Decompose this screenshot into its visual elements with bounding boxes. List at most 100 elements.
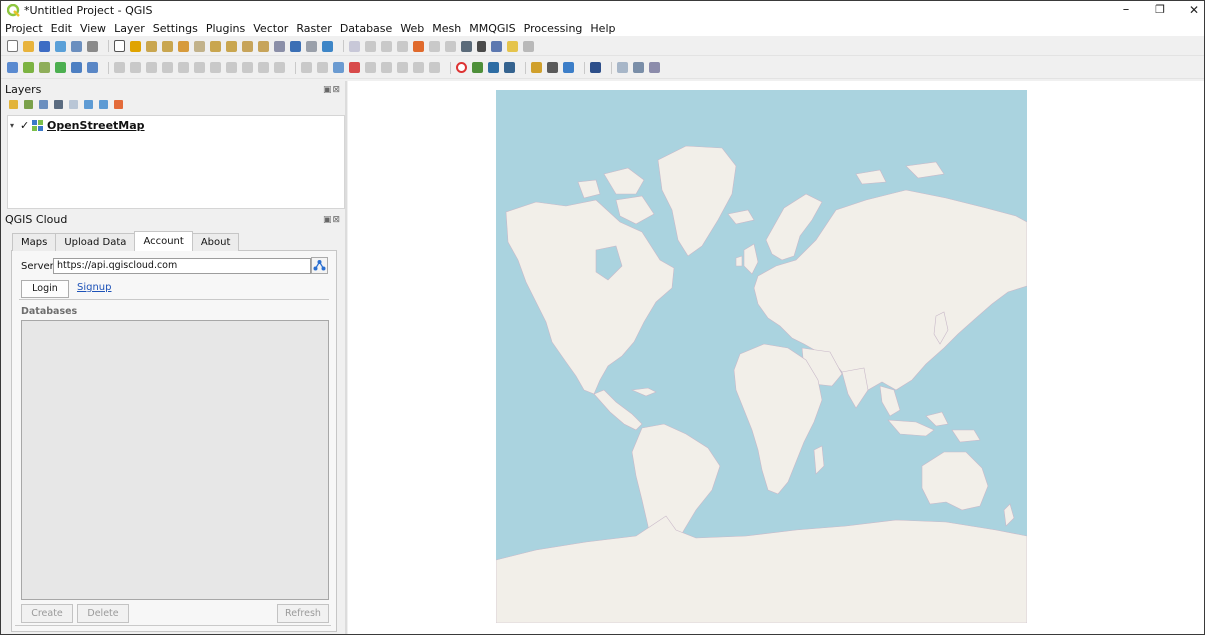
attribute-table-icon[interactable] bbox=[413, 40, 424, 52]
save-project-icon[interactable] bbox=[39, 40, 50, 52]
server-connect-button[interactable] bbox=[311, 257, 328, 274]
toggle-editing-icon[interactable] bbox=[114, 62, 125, 73]
layers-panel-controls[interactable]: ▣⊠ bbox=[323, 85, 341, 95]
zoom-native-icon[interactable] bbox=[226, 40, 237, 52]
zoom-out-icon[interactable] bbox=[162, 40, 173, 52]
signup-link[interactable]: Signup bbox=[77, 282, 112, 293]
zoom-in-icon[interactable] bbox=[146, 40, 157, 52]
vertex-tool-icon[interactable] bbox=[178, 62, 189, 73]
edit-pencil-icon[interactable] bbox=[130, 62, 141, 73]
open-style-icon[interactable] bbox=[9, 99, 18, 109]
new-project-icon[interactable] bbox=[7, 40, 18, 52]
databases-list[interactable] bbox=[21, 320, 329, 600]
menu-edit[interactable]: Edit bbox=[51, 22, 72, 35]
mmqgis-icon[interactable] bbox=[531, 62, 542, 73]
paste-features-icon[interactable] bbox=[242, 62, 253, 73]
copy-features-icon[interactable] bbox=[226, 62, 237, 73]
statistics-sigma-icon[interactable] bbox=[477, 40, 486, 52]
pan-to-selection-icon[interactable] bbox=[130, 40, 141, 52]
close-button[interactable]: ✕ bbox=[1179, 1, 1204, 20]
rotate-label-icon[interactable] bbox=[381, 62, 392, 73]
postgis-layer-icon[interactable] bbox=[71, 62, 82, 73]
zoom-selection-icon[interactable] bbox=[194, 40, 205, 52]
cut-features-icon[interactable] bbox=[210, 62, 221, 73]
menu-layer[interactable]: Layer bbox=[114, 22, 145, 35]
select-features-icon[interactable] bbox=[365, 40, 376, 52]
add-group-icon[interactable] bbox=[24, 99, 33, 109]
create-button[interactable]: Create bbox=[21, 604, 73, 623]
overview-icon[interactable] bbox=[504, 62, 515, 73]
world-map[interactable] bbox=[495, 90, 1028, 624]
manage-themes-icon[interactable] bbox=[39, 99, 48, 109]
show-bookmarks-icon[interactable] bbox=[306, 40, 317, 52]
delete-selected-icon[interactable] bbox=[194, 62, 205, 73]
remove-layer-icon[interactable] bbox=[114, 99, 123, 109]
vector-layer-icon[interactable] bbox=[39, 62, 50, 73]
add-feature-icon[interactable] bbox=[162, 62, 173, 73]
raster-layer-icon[interactable] bbox=[55, 62, 66, 73]
layout-manager-icon[interactable] bbox=[87, 40, 98, 52]
annotation-icon[interactable] bbox=[523, 40, 534, 52]
tab-about[interactable]: About bbox=[191, 233, 240, 251]
cloud-panel-controls[interactable]: ▣⊠ bbox=[323, 215, 341, 225]
label-pin-icon[interactable] bbox=[317, 62, 328, 73]
print-layout-icon[interactable] bbox=[71, 40, 82, 52]
tab-upload-data[interactable]: Upload Data bbox=[55, 233, 136, 251]
refresh-icon[interactable] bbox=[322, 40, 333, 52]
zoom-layer-icon[interactable] bbox=[210, 40, 221, 52]
change-label-icon[interactable] bbox=[397, 62, 408, 73]
menu-view[interactable]: View bbox=[80, 22, 106, 35]
zoom-full-icon[interactable] bbox=[178, 40, 189, 52]
gps-icon[interactable] bbox=[456, 62, 467, 73]
menu-database[interactable]: Database bbox=[340, 22, 393, 35]
select-by-value-icon[interactable] bbox=[381, 40, 392, 52]
menu-plugins[interactable]: Plugins bbox=[206, 22, 245, 35]
menu-project[interactable]: Project bbox=[5, 22, 43, 35]
new-map-view-icon[interactable] bbox=[274, 40, 285, 52]
plugin-reloader-icon[interactable] bbox=[649, 62, 660, 73]
tab-maps[interactable]: Maps bbox=[12, 233, 57, 251]
map-tips-icon[interactable] bbox=[507, 40, 518, 52]
pan-icon[interactable] bbox=[114, 40, 125, 52]
layer-row[interactable]: ▾ ✓ OpenStreetMap bbox=[10, 118, 145, 132]
settings-gear-icon[interactable] bbox=[461, 40, 472, 52]
cloud-plugin-icon[interactable] bbox=[563, 62, 574, 73]
python-icon[interactable] bbox=[633, 62, 644, 73]
spatialite-layer-icon[interactable] bbox=[87, 62, 98, 73]
expand-all-icon[interactable] bbox=[84, 99, 93, 109]
browser-icon[interactable] bbox=[488, 62, 499, 73]
undo-icon[interactable] bbox=[258, 62, 269, 73]
menu-raster[interactable]: Raster bbox=[296, 22, 331, 35]
pin-label-icon[interactable] bbox=[429, 62, 440, 73]
identify-icon[interactable] bbox=[349, 40, 360, 52]
expander-icon[interactable]: ▾ bbox=[10, 121, 20, 130]
add-layer-icon[interactable] bbox=[23, 62, 34, 73]
layer-labeling-icon[interactable] bbox=[333, 62, 344, 73]
map-canvas[interactable] bbox=[348, 81, 1204, 634]
layer-visibility-checkbox[interactable]: ✓ bbox=[20, 119, 32, 132]
tab-account[interactable]: Account bbox=[134, 231, 193, 251]
delete-button[interactable]: Delete bbox=[77, 604, 129, 623]
redo-icon[interactable] bbox=[274, 62, 285, 73]
save-as-icon[interactable] bbox=[55, 40, 66, 52]
zoom-next-icon[interactable] bbox=[258, 40, 269, 52]
toolbox-icon[interactable] bbox=[445, 40, 456, 52]
minimize-button[interactable]: – bbox=[1111, 1, 1141, 20]
refresh-button[interactable]: Refresh bbox=[277, 604, 329, 623]
menu-mesh[interactable]: Mesh bbox=[432, 22, 461, 35]
highlight-labels-icon[interactable] bbox=[349, 62, 360, 73]
deselect-icon[interactable] bbox=[397, 40, 408, 52]
zoom-last-icon[interactable] bbox=[242, 40, 253, 52]
menu-web[interactable]: Web bbox=[400, 22, 424, 35]
label-tool-icon[interactable] bbox=[301, 62, 312, 73]
bookmark-icon[interactable] bbox=[290, 40, 301, 52]
binoculars-icon[interactable] bbox=[547, 62, 558, 73]
menu-help[interactable]: Help bbox=[590, 22, 615, 35]
menu-processing[interactable]: Processing bbox=[524, 22, 583, 35]
filter-map-icon[interactable] bbox=[69, 99, 78, 109]
panel-splitter[interactable] bbox=[345, 81, 347, 634]
open-project-icon[interactable] bbox=[23, 40, 34, 52]
data-source-manager-icon[interactable] bbox=[7, 62, 18, 73]
collapse-all-icon[interactable] bbox=[99, 99, 108, 109]
login-button[interactable]: Login bbox=[21, 280, 69, 298]
